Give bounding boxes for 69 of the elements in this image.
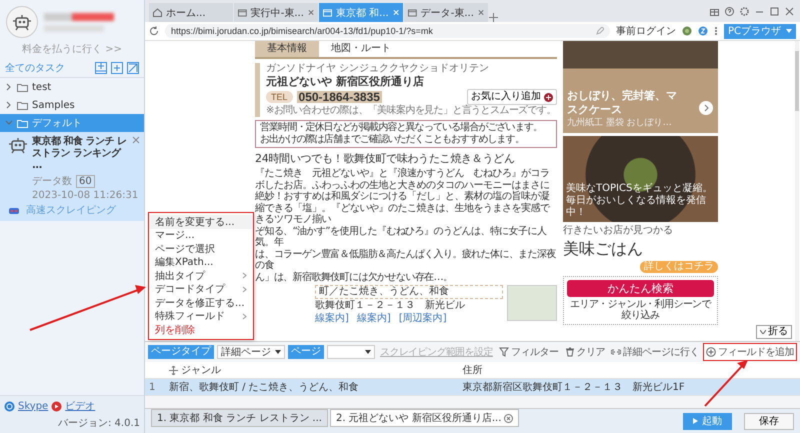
run-tab[interactable]: 2. 元祖どないや 新宿区役所通り店... <box>330 409 520 427</box>
brand-title: 美味ごはん <box>563 240 644 258</box>
row-number: 1 <box>145 378 165 396</box>
toolbar-button[interactable]: 詳細ページに行く <box>609 344 701 360</box>
topics-card[interactable]: 美味なTOPICSをギュッと凝縮。毎日がおいしくなる情報を発信中！ <box>563 136 718 222</box>
add-field-button[interactable]: フィールドを追加 <box>703 343 797 361</box>
all-tasks-label: 全てのタスク <box>5 62 66 75</box>
route-link[interactable]: 線案内] <box>356 313 391 325</box>
page-type-label: ページタイプ <box>148 345 214 359</box>
description: 『たこ焼き 元祖どないや』と『浪速かすうどん むねひろ』がコラボしたお店。ふわっふわの生地と大きめのタコのハーモニーはまさに絶妙！おすすめは和風ダシにつける「だし」と、素材の塩の旨味が凝縮できる「塩」。『どないや』のたこ焼きは、生地をうまさを実感できるツワモノ揃い <box>255 168 551 226</box>
browser-tab[interactable]: ホーム... <box>149 3 233 22</box>
tel-badge: TEL <box>266 91 293 103</box>
task-card[interactable]: 東京都 和食 ランチ レストラン ランキング ... データ数 60 2023-10-08 11:26:31 高速スクレイピング <box>0 132 144 221</box>
address: 歌舞伎町１－２－１３ 新光ビル <box>315 300 466 312</box>
menu-item[interactable]: マージ... <box>149 228 253 242</box>
tagline: 行きたいお店が見つかる <box>563 225 674 237</box>
description-fragment: ぞ知る、“油かす”を使用した『むねひろ』のうどんは、特に女子に人気。年 <box>255 226 548 248</box>
toolbar-button[interactable]: クリア <box>562 344 607 360</box>
fold-button[interactable]: 折る <box>756 325 792 339</box>
menu-item[interactable]: データを修正する... <box>149 296 253 310</box>
menu-item[interactable]: ページで選択 <box>149 242 253 256</box>
run-tab[interactable]: 1. 東京都 和食 ランチ レストラン ... <box>151 409 328 427</box>
version-label: バージョン: 4.0.1 <box>58 417 140 430</box>
promo-subtitle: 九州紙工 墨袋 おしぼり… <box>567 117 673 129</box>
route-link[interactable]: 線案内] <box>315 313 349 325</box>
browser-tab[interactable]: データ-東... <box>404 3 488 22</box>
skype-link[interactable]: Skype <box>18 400 48 412</box>
data-count: 60 <box>76 174 95 188</box>
search-note: エリア・ジャンル・利用シーンで絞り込み <box>568 299 712 321</box>
page-tab[interactable]: 基本情報 <box>255 41 319 57</box>
tree-item[interactable]: test <box>0 78 144 96</box>
description-fragment: ん」は、新宿歌舞伎町には欠かせない存在…。 <box>255 272 454 283</box>
column-header[interactable]: 住所 <box>458 362 800 378</box>
shop-name: 元祖どないや 新宿区役所通り店 <box>266 75 425 89</box>
notice-text: 営業時間・定休日などが掲載内容と異なっている場合がございます。 <box>260 122 544 134</box>
column-title: ジャンル <box>181 364 221 377</box>
menu-item[interactable]: 名前を変更する... <box>149 215 253 228</box>
data-count-label: データ数 <box>32 175 72 188</box>
task-title: 東京都 和食 ランチ レストラン ランキング ... <box>32 136 128 172</box>
table-cell: 東京都新宿区歌舞伎町１－２－１３ 新光ビル1F <box>458 378 800 396</box>
save-button[interactable]: 保存 <box>744 412 794 430</box>
notice-text: お出かけの際は店舗までご確認いただくこともおすすめします。 <box>260 134 525 146</box>
menu-item[interactable]: デコードタイプ <box>149 282 253 296</box>
url-field[interactable]: https://bimi.jorudan.co.jp/bimisearch/ar004-13/fd1/pup10-1/?s=mk <box>165 24 610 38</box>
video-link[interactable]: ビデオ <box>65 399 96 413</box>
table-cell: 新宿、歌舞伎町 / たこ焼き、うどん、和食 <box>165 378 458 396</box>
search-button[interactable]: かんたん検索 <box>567 280 714 297</box>
phone-number: 050-1864-3835 <box>296 91 382 103</box>
toolbar-button[interactable]: フィルター <box>497 344 560 360</box>
browser-tab[interactable]: 実行中-東... <box>234 3 318 22</box>
description-fragment: は、コラーゲン豊富＆低脂肪＆高たんぱく入り。疲れた体に、また深夜の食 <box>255 248 557 272</box>
promo-title: おしぼり、完封箸、マスクケース <box>567 89 677 117</box>
shop-kana: ガンソドナイヤ シンジュククヤクショドオリテン <box>266 63 490 75</box>
menu-item[interactable]: 編集XPath... <box>149 256 253 269</box>
menu-item[interactable]: 特殊フィールド <box>149 310 253 323</box>
favorite-button[interactable]: お気に入り追加 <box>467 89 557 105</box>
route-link[interactable]: [周辺案内] <box>398 313 447 325</box>
page-type-select[interactable]: 詳細ページ <box>217 345 285 359</box>
phone-note: ※お問い合わせの際は、「美味案内を見た」と言うとスムーズです。 <box>266 105 557 117</box>
tree-item[interactable]: Samples <box>0 96 144 114</box>
headline: 24時間いつでも！歌舞伎町で味わうたこ焼き＆うどん <box>255 152 516 166</box>
page-label: ページ <box>288 345 324 359</box>
menu-item[interactable]: 列を削除 <box>149 323 253 336</box>
scrape-mode: 高速スクレイピング <box>26 204 116 217</box>
task-time: 2023-10-08 11:26:31 <box>32 190 138 201</box>
topics-caption: 美味なTOPICSをギュッと凝縮。毎日がおいしくなる情報を発信中！ <box>566 183 714 219</box>
menu-item[interactable]: 抽出タイプ <box>149 269 253 282</box>
prelogin-button[interactable]: 事前ログイン <box>616 24 676 38</box>
genre-tag: 町／たこ焼き、うどん、和食 <box>315 285 503 299</box>
